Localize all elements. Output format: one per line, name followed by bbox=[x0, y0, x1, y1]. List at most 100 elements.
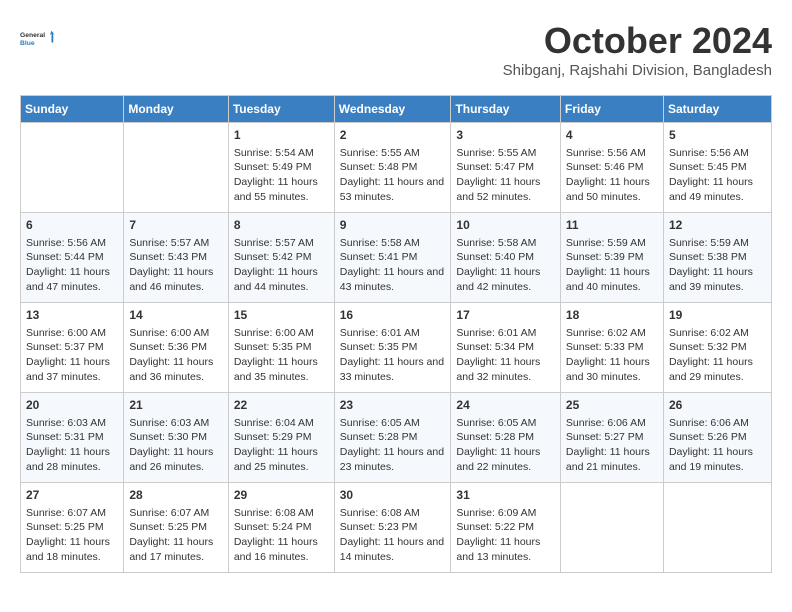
calendar-cell: 17 Sunrise: 6:01 AMSunset: 5:34 PMDayligh… bbox=[451, 303, 560, 393]
day-info: Sunrise: 6:05 AMSunset: 5:28 PMDaylight:… bbox=[340, 416, 446, 475]
calendar-cell: 23 Sunrise: 6:05 AMSunset: 5:28 PMDayligh… bbox=[334, 393, 451, 483]
day-info: Sunrise: 5:57 AMSunset: 5:43 PMDaylight:… bbox=[129, 236, 223, 295]
logo-icon: GeneralBlue bbox=[20, 20, 56, 56]
calendar-cell bbox=[124, 123, 229, 213]
day-number: 8 bbox=[234, 217, 329, 234]
logo: GeneralBlue bbox=[20, 20, 56, 56]
calendar-cell: 20Sunrise: 6:03 AMSunset: 5:31 PMDayligh… bbox=[21, 393, 124, 483]
col-header-tuesday: Tuesday bbox=[228, 96, 334, 123]
col-header-friday: Friday bbox=[560, 96, 663, 123]
day-info: Sunrise: 5:59 AMSunset: 5:38 PMDaylight:… bbox=[669, 236, 766, 295]
calendar-cell: 21Sunrise: 6:03 AMSunset: 5:30 PMDayligh… bbox=[124, 393, 229, 483]
day-number: 4 bbox=[566, 127, 658, 144]
calendar-cell: 15 Sunrise: 6:00 AMSunset: 5:35 PMDayligh… bbox=[228, 303, 334, 393]
day-number: 21 bbox=[129, 397, 223, 414]
day-info: Sunrise: 5:59 AMSunset: 5:39 PMDaylight:… bbox=[566, 236, 658, 295]
calendar-cell bbox=[560, 483, 663, 573]
day-info: Sunrise: 6:06 AMSunset: 5:26 PMDaylight:… bbox=[669, 416, 766, 475]
calendar-cell: 29 Sunrise: 6:08 AMSunset: 5:24 PMDayligh… bbox=[228, 483, 334, 573]
calendar-cell: 12 Sunrise: 5:59 AMSunset: 5:38 PMDayligh… bbox=[663, 213, 771, 303]
calendar-week-row: 20Sunrise: 6:03 AMSunset: 5:31 PMDayligh… bbox=[21, 393, 772, 483]
calendar-cell: 19Sunrise: 6:02 AMSunset: 5:32 PMDayligh… bbox=[663, 303, 771, 393]
col-header-wednesday: Wednesday bbox=[334, 96, 451, 123]
calendar-cell: 31 Sunrise: 6:09 AMSunset: 5:22 PMDayligh… bbox=[451, 483, 560, 573]
svg-text:Blue: Blue bbox=[20, 40, 35, 47]
day-number: 23 bbox=[340, 397, 446, 414]
day-info: Sunrise: 5:56 AMSunset: 5:45 PMDaylight:… bbox=[669, 146, 766, 205]
day-number: 17 bbox=[456, 307, 554, 324]
day-number: 15 bbox=[234, 307, 329, 324]
calendar-cell: 30Sunrise: 6:08 AMSunset: 5:23 PMDayligh… bbox=[334, 483, 451, 573]
calendar-table: SundayMondayTuesdayWednesdayThursdayFrid… bbox=[20, 95, 772, 573]
day-info: Sunrise: 6:00 AMSunset: 5:35 PMDaylight:… bbox=[234, 326, 329, 385]
calendar-cell: 16 Sunrise: 6:01 AMSunset: 5:35 PMDayligh… bbox=[334, 303, 451, 393]
col-header-saturday: Saturday bbox=[663, 96, 771, 123]
calendar-cell: 4 Sunrise: 5:56 AMSunset: 5:46 PMDaylight… bbox=[560, 123, 663, 213]
day-number: 22 bbox=[234, 397, 329, 414]
calendar-cell: 28Sunrise: 6:07 AMSunset: 5:25 PMDayligh… bbox=[124, 483, 229, 573]
calendar-cell: 6 Sunrise: 5:56 AMSunset: 5:44 PMDaylight… bbox=[21, 213, 124, 303]
day-info: Sunrise: 5:55 AMSunset: 5:47 PMDaylight:… bbox=[456, 146, 554, 205]
day-number: 26 bbox=[669, 397, 766, 414]
calendar-header-row: SundayMondayTuesdayWednesdayThursdayFrid… bbox=[21, 96, 772, 123]
day-info: Sunrise: 5:57 AMSunset: 5:42 PMDaylight:… bbox=[234, 236, 329, 295]
calendar-week-row: 13 Sunrise: 6:00 AMSunset: 5:37 PMDayligh… bbox=[21, 303, 772, 393]
calendar-cell: 18 Sunrise: 6:02 AMSunset: 5:33 PMDayligh… bbox=[560, 303, 663, 393]
day-info: Sunrise: 6:09 AMSunset: 5:22 PMDaylight:… bbox=[456, 506, 554, 565]
calendar-cell: 24 Sunrise: 6:05 AMSunset: 5:28 PMDayligh… bbox=[451, 393, 560, 483]
day-number: 14 bbox=[129, 307, 223, 324]
day-number: 28 bbox=[129, 487, 223, 504]
day-info: Sunrise: 5:58 AMSunset: 5:41 PMDaylight:… bbox=[340, 236, 446, 295]
calendar-cell: 10 Sunrise: 5:58 AMSunset: 5:40 PMDayligh… bbox=[451, 213, 560, 303]
day-info: Sunrise: 6:00 AMSunset: 5:37 PMDaylight:… bbox=[26, 326, 118, 385]
day-number: 18 bbox=[566, 307, 658, 324]
day-number: 6 bbox=[26, 217, 118, 234]
day-number: 24 bbox=[456, 397, 554, 414]
day-number: 16 bbox=[340, 307, 446, 324]
calendar-cell: 8 Sunrise: 5:57 AMSunset: 5:42 PMDaylight… bbox=[228, 213, 334, 303]
day-number: 1 bbox=[234, 127, 329, 144]
calendar-cell bbox=[21, 123, 124, 213]
day-number: 27 bbox=[26, 487, 118, 504]
col-header-sunday: Sunday bbox=[21, 96, 124, 123]
calendar-cell: 5Sunrise: 5:56 AMSunset: 5:45 PMDaylight… bbox=[663, 123, 771, 213]
col-header-monday: Monday bbox=[124, 96, 229, 123]
calendar-cell: 26 Sunrise: 6:06 AMSunset: 5:26 PMDayligh… bbox=[663, 393, 771, 483]
day-number: 19 bbox=[669, 307, 766, 324]
calendar-week-row: 1 Sunrise: 5:54 AMSunset: 5:49 PMDaylight… bbox=[21, 123, 772, 213]
svg-text:General: General bbox=[20, 32, 45, 39]
day-number: 13 bbox=[26, 307, 118, 324]
page-header: GeneralBlue October 2024 Shibganj, Rajsh… bbox=[20, 20, 772, 79]
day-info: Sunrise: 6:04 AMSunset: 5:29 PMDaylight:… bbox=[234, 416, 329, 475]
calendar-week-row: 6 Sunrise: 5:56 AMSunset: 5:44 PMDaylight… bbox=[21, 213, 772, 303]
day-number: 10 bbox=[456, 217, 554, 234]
day-number: 30 bbox=[340, 487, 446, 504]
day-info: Sunrise: 6:06 AMSunset: 5:27 PMDaylight:… bbox=[566, 416, 658, 475]
day-info: Sunrise: 6:01 AMSunset: 5:35 PMDaylight:… bbox=[340, 326, 446, 385]
calendar-cell: 27Sunrise: 6:07 AMSunset: 5:25 PMDayligh… bbox=[21, 483, 124, 573]
day-info: Sunrise: 6:08 AMSunset: 5:24 PMDaylight:… bbox=[234, 506, 329, 565]
day-info: Sunrise: 6:00 AMSunset: 5:36 PMDaylight:… bbox=[129, 326, 223, 385]
day-number: 29 bbox=[234, 487, 329, 504]
day-number: 31 bbox=[456, 487, 554, 504]
day-number: 3 bbox=[456, 127, 554, 144]
calendar-cell: 11 Sunrise: 5:59 AMSunset: 5:39 PMDayligh… bbox=[560, 213, 663, 303]
day-number: 12 bbox=[669, 217, 766, 234]
calendar-cell: 13 Sunrise: 6:00 AMSunset: 5:37 PMDayligh… bbox=[21, 303, 124, 393]
day-info: Sunrise: 6:05 AMSunset: 5:28 PMDaylight:… bbox=[456, 416, 554, 475]
calendar-cell: 25 Sunrise: 6:06 AMSunset: 5:27 PMDayligh… bbox=[560, 393, 663, 483]
day-info: Sunrise: 6:01 AMSunset: 5:34 PMDaylight:… bbox=[456, 326, 554, 385]
day-number: 25 bbox=[566, 397, 658, 414]
day-info: Sunrise: 6:02 AMSunset: 5:33 PMDaylight:… bbox=[566, 326, 658, 385]
day-info: Sunrise: 6:03 AMSunset: 5:31 PMDaylight:… bbox=[26, 416, 118, 475]
day-info: Sunrise: 5:56 AMSunset: 5:44 PMDaylight:… bbox=[26, 236, 118, 295]
calendar-cell: 9Sunrise: 5:58 AMSunset: 5:41 PMDaylight… bbox=[334, 213, 451, 303]
day-number: 7 bbox=[129, 217, 223, 234]
day-info: Sunrise: 5:56 AMSunset: 5:46 PMDaylight:… bbox=[566, 146, 658, 205]
location-subtitle: Shibganj, Rajshahi Division, Bangladesh bbox=[503, 62, 772, 79]
calendar-cell: 3 Sunrise: 5:55 AMSunset: 5:47 PMDaylight… bbox=[451, 123, 560, 213]
day-info: Sunrise: 5:58 AMSunset: 5:40 PMDaylight:… bbox=[456, 236, 554, 295]
day-info: Sunrise: 5:54 AMSunset: 5:49 PMDaylight:… bbox=[234, 146, 329, 205]
day-number: 11 bbox=[566, 217, 658, 234]
calendar-cell: 22 Sunrise: 6:04 AMSunset: 5:29 PMDayligh… bbox=[228, 393, 334, 483]
